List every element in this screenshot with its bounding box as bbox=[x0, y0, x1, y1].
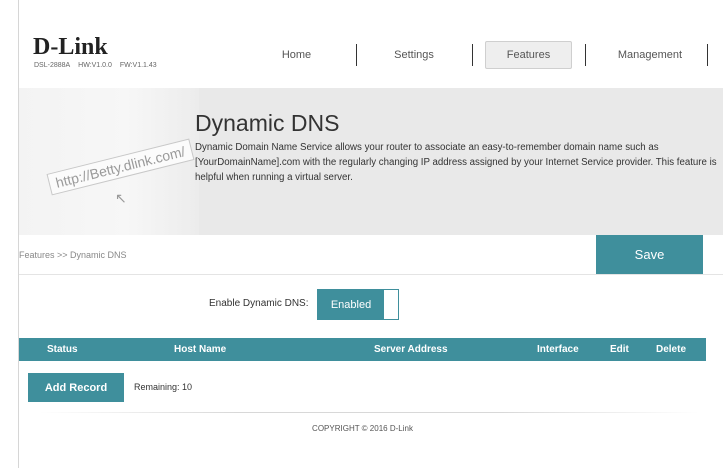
nav-management[interactable]: Management bbox=[595, 42, 705, 68]
dlink-logo: D-Link bbox=[33, 34, 108, 60]
column-delete: Delete bbox=[656, 344, 687, 355]
footer-divider bbox=[39, 412, 699, 413]
nav-features[interactable]: Features bbox=[485, 41, 572, 69]
column-interface: Interface bbox=[537, 344, 579, 355]
column-host-name: Host Name bbox=[174, 344, 227, 355]
toggle-state-label: Enabled bbox=[318, 290, 384, 319]
column-edit: Edit bbox=[610, 344, 629, 355]
url-illustration-text: http://Betty.dlink.com/ bbox=[46, 138, 195, 196]
enable-ddns-label: Enable Dynamic DNS: bbox=[209, 298, 309, 309]
enable-ddns-toggle[interactable]: Enabled bbox=[317, 289, 399, 320]
page-banner: http://Betty.dlink.com/ ↖ Dynamic DNS Dy… bbox=[19, 88, 723, 235]
hardware-version: HW:V1.0.0 bbox=[78, 62, 112, 69]
nav-settings[interactable]: Settings bbox=[358, 42, 470, 68]
nav-home[interactable]: Home bbox=[239, 42, 354, 68]
model-name: DSL-2888A bbox=[34, 62, 71, 69]
add-record-button[interactable]: Add Record bbox=[28, 373, 124, 402]
breadcrumb[interactable]: Features >> Dynamic DNS bbox=[19, 250, 127, 260]
device-info: DSL-2888A HW:V1.0.0 FW:V1.1.43 bbox=[34, 62, 163, 69]
page-description: Dynamic Domain Name Service allows your … bbox=[195, 142, 717, 183]
nav-divider bbox=[585, 44, 586, 66]
save-button[interactable]: Save bbox=[596, 235, 703, 274]
nav-divider bbox=[472, 44, 473, 66]
copyright-text: COPYRIGHT © 2016 D-Link bbox=[312, 424, 413, 433]
pointer-cursor-icon: ↖ bbox=[115, 190, 127, 206]
ddns-table-header: Status Host Name Server Address Interfac… bbox=[19, 338, 706, 361]
top-header: D-Link DSL-2888A HW:V1.0.0 FW:V1.1.43 Ho… bbox=[19, 0, 723, 88]
nav-divider bbox=[356, 44, 357, 66]
banner-illustration: http://Betty.dlink.com/ ↖ bbox=[19, 88, 199, 235]
column-server-address: Server Address bbox=[374, 344, 448, 355]
column-status: Status bbox=[47, 344, 78, 355]
firmware-version: FW:V1.1.43 bbox=[119, 62, 157, 69]
remaining-count: Remaining: 10 bbox=[134, 382, 193, 392]
router-admin-page: D-Link DSL-2888A HW:V1.0.0 FW:V1.1.43 Ho… bbox=[18, 0, 723, 468]
page-title: Dynamic DNS bbox=[195, 110, 340, 136]
nav-divider bbox=[707, 44, 708, 66]
